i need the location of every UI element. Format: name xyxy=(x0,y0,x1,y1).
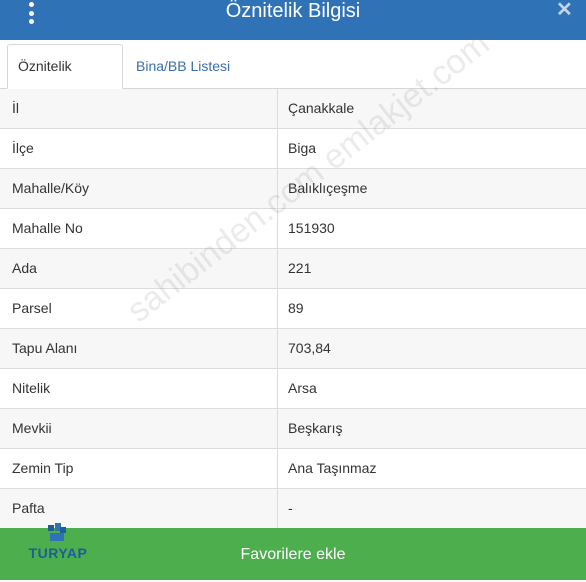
row-value: 221 xyxy=(288,260,312,276)
row-key: Mevkii xyxy=(0,409,278,448)
row-key: Parsel xyxy=(0,289,278,328)
table-row: Ada 221 xyxy=(0,249,586,289)
add-favorites-button[interactable]: Favorilere ekle xyxy=(0,528,586,580)
row-key: Mahalle No xyxy=(0,209,278,248)
table-row: Mahalle No 151930 xyxy=(0,209,586,249)
table-row: Mahalle/Köy Balıklıçeşme xyxy=(0,169,586,209)
row-key: Pafta xyxy=(0,489,278,528)
table-row: İlçe Biga xyxy=(0,129,586,169)
row-value: - xyxy=(288,500,293,516)
row-value: Balıklıçeşme xyxy=(288,180,368,196)
tab-attribute-info[interactable]: Öznitelik Bilgisi xyxy=(7,44,123,116)
tab-bar: Öznitelik Bilgisi Bina/BB Listesi xyxy=(0,40,586,116)
attribute-table: İl Çanakkale İlçe Biga Mahalle/Köy Balık… xyxy=(0,89,586,529)
row-key: Tapu Alanı xyxy=(0,329,278,368)
table-row: Nitelik Arsa xyxy=(0,369,586,409)
dialog-title: Öznitelik Bilgisi xyxy=(225,0,361,22)
table-row: Parsel 89 xyxy=(0,289,586,329)
row-key: İl xyxy=(0,89,278,128)
tab-building-list[interactable]: Bina/BB Listesi xyxy=(126,45,240,88)
close-icon[interactable]: ✕ xyxy=(556,0,573,20)
table-row: Tapu Alanı 703,84 xyxy=(0,329,586,369)
row-key: Mahalle/Köy xyxy=(0,169,278,208)
table-row: İl Çanakkale xyxy=(0,89,586,129)
row-value: Çanakkale xyxy=(288,100,355,116)
row-value: 703,84 xyxy=(288,340,331,356)
row-value: Beşkarış xyxy=(288,420,343,436)
row-value: 151930 xyxy=(288,220,335,236)
row-value: Biga xyxy=(288,140,317,156)
row-key: Zemin Tip xyxy=(0,449,278,488)
row-key: Nitelik xyxy=(0,369,278,408)
table-row: Mevkii Beşkarış xyxy=(0,409,586,449)
row-value: Arsa xyxy=(288,380,317,396)
row-value: 89 xyxy=(288,300,304,316)
table-row: Zemin Tip Ana Taşınmaz xyxy=(0,449,586,489)
dialog-header: Öznitelik Bilgisi ✕ xyxy=(0,0,586,40)
table-row: Pafta - xyxy=(0,489,586,529)
row-key: Ada xyxy=(0,249,278,288)
row-key: İlçe xyxy=(0,129,278,168)
row-value: Ana Taşınmaz xyxy=(288,460,377,476)
